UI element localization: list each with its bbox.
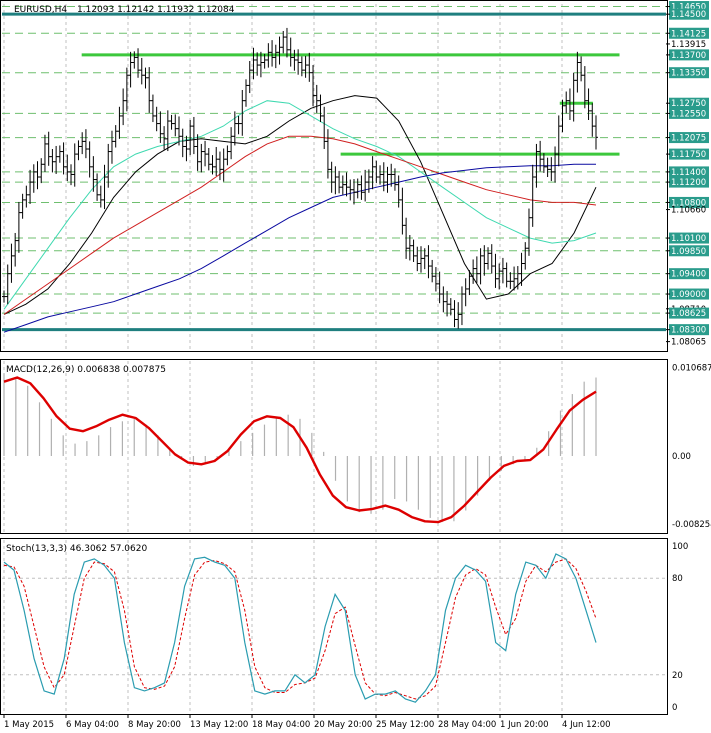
price-axis-label: 1.09850 [671,247,706,257]
time-axis: 1 May 2015 6 May 04:00 8 May 20:00 13 May 1… [3,714,611,730]
price-axis-label: 1.08300 [671,326,706,336]
stoch-signal-line [3,558,597,700]
stoch-plot: 100 80 20 0 [2,542,688,713]
price-axis-label: 1.12075 [671,134,706,144]
macd-axis-label: 0.010687 [672,364,711,374]
price-axis-label: 1.10660 [671,206,706,216]
time-axis-label: 4 Jun 12:00 [562,720,611,730]
time-axis-label: 28 May 04:00 [438,720,496,730]
stoch-axis-label: 20 [672,671,683,681]
stoch-axis-label: 80 [672,574,683,584]
moving-average-line [3,100,597,310]
price-axis-label: 1.13350 [671,69,706,79]
macd-axis-label: -0.008254 [672,520,711,530]
price-panel-frame [0,0,668,352]
price-axis-label: 1.11200 [671,178,706,188]
price-axis-label: 1.14125 [671,29,706,39]
price-axis-label: 1.09400 [671,270,706,280]
time-axis-label: 8 May 20:00 [128,720,181,730]
stoch-axis-label: 100 [672,542,688,552]
time-axis-label: 18 May 04:00 [252,720,310,730]
price-axis-label: 1.10100 [671,234,706,244]
ohlc-label: 1.12093 1.12142 1.11932 1.12084 [77,5,235,15]
price-axis-label: 1.08065 [671,338,706,348]
time-axis-label: 20 May 20:00 [314,720,372,730]
macd-panel-frame [0,359,668,534]
moving-average-line [3,135,597,315]
price-axis-label: 1.13700 [671,51,706,61]
time-axis-label: 13 May 12:00 [190,720,248,730]
macd-axis-label: 0.00 [672,452,691,462]
symbol-label: EURUSD,H4 [14,5,67,15]
price-axis: 1.146501.145001.141251.139151.137001.133… [666,1,709,348]
time-axis-label: 1 May 2015 [4,720,54,730]
price-axis-label: 1.11400 [671,168,706,178]
stoch-title: Stoch(13,3,3) 46.3062 57.0620 [6,544,147,554]
price-axis-label: 1.08625 [671,309,706,319]
price-axis-label: 1.12750 [671,99,706,109]
price-axis-label: 1.09000 [671,290,706,300]
time-axis-label: 6 May 04:00 [66,720,119,730]
macd-plot: 0.010687 0.00 -0.008254 [3,364,711,530]
moving-average-line [3,163,596,333]
stoch-axis-label: 0 [672,703,677,713]
price-axis-label: 1.14500 [671,10,706,20]
price-axis-label: 1.13915 [671,40,706,50]
price-axis-label: 1.12550 [671,109,706,119]
chart-canvas: 0.0106870.00-0.008254 10080200 1.146501.… [0,0,711,730]
stoch-main-line [3,553,597,703]
time-axis-label: 1 Jun 20:00 [500,720,549,730]
macd-title: MACD(12,26,9) 0.006838 0.007875 [6,365,166,375]
chart-window: 0.0106870.00-0.008254 10080200 1.146501.… [0,0,711,733]
price-axis-label: 1.11750 [671,150,706,160]
price-plot [2,4,666,713]
time-axis-label: 25 May 12:00 [376,720,434,730]
stoch-panel-frame [0,538,668,715]
